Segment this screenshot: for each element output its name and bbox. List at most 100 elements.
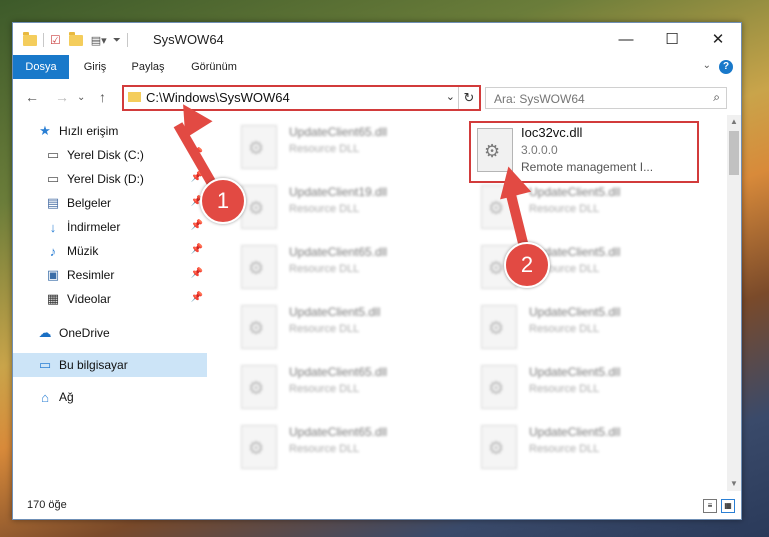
file-type: Resource DLL: [529, 443, 600, 455]
network-icon: ⌂: [41, 389, 49, 405]
music-icon: ♪: [49, 243, 57, 259]
pin-icon: 📌: [190, 292, 203, 303]
list-item[interactable]: UpdateClient65.dll Resource DLL: [233, 421, 463, 477]
properties-icon[interactable]: ☑: [50, 33, 61, 47]
sidebar-item-onedrive[interactable]: ☁ OneDrive: [13, 321, 207, 345]
drive-icon: ▭: [46, 147, 60, 162]
file-name: UpdateClient65.dll: [289, 365, 388, 379]
file-name: UpdateClient5.dll: [529, 185, 621, 199]
file-name: UpdateClient5.dll: [529, 425, 621, 439]
sidebar-item-network[interactable]: ⌂ Ağ: [13, 385, 207, 409]
list-item[interactable]: UpdateClient19.dll Resource DLL: [233, 181, 463, 237]
file-name: UpdateClient5.dll: [529, 305, 621, 319]
sidebar-item-label: Resimler: [67, 268, 115, 282]
annotation-badge-2: 2: [504, 242, 550, 288]
maximize-button[interactable]: ☐: [649, 23, 695, 55]
file-type: Resource DLL: [289, 383, 360, 395]
sidebar-item-label: Bu bilgisayar: [59, 358, 128, 372]
dll-file-icon: [241, 425, 277, 469]
sidebar-item-videos[interactable]: ▦ Videolar 📌: [13, 287, 207, 311]
sidebar-item-label: Videolar: [67, 292, 111, 306]
recent-locations-icon[interactable]: ⌄: [77, 92, 85, 103]
cloud-icon: ☁: [38, 325, 52, 340]
new-folder-icon[interactable]: [68, 31, 83, 46]
pin-icon: 📌: [190, 244, 203, 255]
sidebar-item-music[interactable]: ♪ Müzik 📌: [13, 239, 207, 263]
title-bar: ☑ ▤▾ ⏷ SysWOW64 — ☐ ✕: [13, 23, 741, 55]
chevron-down-icon[interactable]: ⌄: [446, 90, 455, 103]
back-arrow-icon[interactable]: ←: [25, 89, 39, 105]
quick-access-toolbar: ☑ ▤▾ ⏷: [23, 31, 134, 48]
sidebar-item-downloads[interactable]: ↓ İndirmeler 📌: [13, 215, 207, 239]
refresh-icon[interactable]: ↻: [458, 87, 479, 109]
folder-icon[interactable]: [23, 31, 37, 46]
scroll-down-icon[interactable]: ▼: [727, 477, 741, 491]
sidebar-item-label: Hızlı erişim: [59, 124, 119, 138]
list-item[interactable]: UpdateClient5.dll Resource DLL: [473, 361, 703, 417]
dll-file-icon: [481, 305, 517, 349]
sidebar-item-local-disk-d[interactable]: ▭ Yerel Disk (D:) 📌: [13, 167, 207, 191]
video-icon: ▦: [46, 291, 60, 306]
sidebar-item-label: Müzik: [67, 244, 99, 258]
list-item[interactable]: UpdateClient5.dll Resource DLL: [473, 421, 703, 477]
search-box[interactable]: ⌕: [485, 87, 727, 109]
list-item[interactable]: UpdateClient5.dll Resource DLL: [233, 301, 463, 357]
tiles-view-icon[interactable]: ▦: [721, 499, 735, 513]
sidebar-item-pictures[interactable]: ▣ Resimler 📌: [13, 263, 207, 287]
details-view-icon[interactable]: ≡: [703, 499, 717, 513]
dll-file-icon: [241, 365, 277, 409]
sidebar-item-documents[interactable]: ▤ Belgeler 📌: [13, 191, 207, 215]
file-type: Resource DLL: [529, 323, 600, 335]
sidebar-item-label: Ağ: [59, 390, 74, 404]
file-name: Ioc32vc.dll: [521, 125, 583, 140]
search-input[interactable]: [492, 90, 696, 107]
list-item[interactable]: UpdateClient65.dll Resource DLL: [233, 361, 463, 417]
scroll-up-icon[interactable]: ▲: [727, 115, 741, 129]
vertical-scrollbar[interactable]: ▲ ▼: [727, 115, 741, 491]
tab-view[interactable]: Görünüm: [183, 55, 245, 79]
ribbon: Dosya Giriş Paylaş Görünüm ⌄ ?: [13, 55, 741, 111]
window-title: SysWOW64: [153, 32, 224, 47]
explorer-window: ☑ ▤▾ ⏷ SysWOW64 — ☐ ✕ Dosya Giriş Paylaş…: [12, 22, 742, 520]
address-bar[interactable]: C:\Windows\SysWOW64 ⌄ ↻: [122, 85, 481, 111]
dll-file-icon: [241, 305, 277, 349]
star-icon: ★: [39, 123, 51, 138]
customize-toolbar-icon[interactable]: ⏷: [113, 35, 121, 46]
tab-home[interactable]: Giriş: [75, 55, 115, 79]
list-item[interactable]: UpdateClient65.dll Resource DLL: [233, 121, 463, 177]
forward-arrow-icon[interactable]: →: [55, 89, 69, 105]
file-type: Resource DLL: [529, 383, 600, 395]
list-item[interactable]: UpdateClient65.dll Resource DLL: [233, 241, 463, 297]
download-icon: ↓: [49, 219, 57, 235]
sidebar-item-label: Belgeler: [67, 196, 112, 210]
address-path[interactable]: C:\Windows\SysWOW64: [146, 90, 290, 105]
item-count: 170 öğe: [27, 499, 67, 511]
search-icon[interactable]: ⌕: [713, 90, 720, 105]
list-item[interactable]: UpdateClient5.dll Resource DLL: [473, 301, 703, 357]
file-type: Resource DLL: [289, 203, 360, 215]
help-icon[interactable]: ?: [719, 60, 733, 74]
dll-file-icon: [481, 365, 517, 409]
drive-icon: ▭: [46, 171, 60, 186]
tab-share[interactable]: Paylaş: [123, 55, 173, 79]
file-name: UpdateClient19.dll: [289, 185, 388, 199]
computer-icon: ▭: [38, 357, 52, 372]
file-name: UpdateClient5.dll: [529, 365, 621, 379]
file-type: Resource DLL: [289, 263, 360, 275]
file-type: Resource DLL: [289, 443, 360, 455]
divider: [43, 33, 44, 47]
sidebar-item-local-disk-c[interactable]: ▭ Yerel Disk (C:) 📌: [13, 143, 207, 167]
scroll-thumb[interactable]: [729, 131, 739, 175]
pin-icon: 📌: [190, 268, 203, 279]
minimize-button[interactable]: —: [603, 23, 649, 55]
status-bar: 170 öğe ≡ ▦: [13, 491, 741, 519]
expand-ribbon-icon[interactable]: ⌄: [703, 60, 711, 71]
up-arrow-icon[interactable]: ↑: [99, 89, 106, 105]
divider: [126, 33, 128, 47]
file-name: UpdateClient5.dll: [289, 305, 381, 319]
close-button[interactable]: ✕: [695, 23, 741, 55]
sidebar-item-label: İndirmeler: [67, 220, 121, 234]
view-options-icon[interactable]: ▤▾: [91, 34, 107, 47]
sidebar-item-label: Yerel Disk (D:): [67, 172, 144, 186]
sidebar-item-this-pc[interactable]: ▭ Bu bilgisayar: [13, 353, 207, 377]
